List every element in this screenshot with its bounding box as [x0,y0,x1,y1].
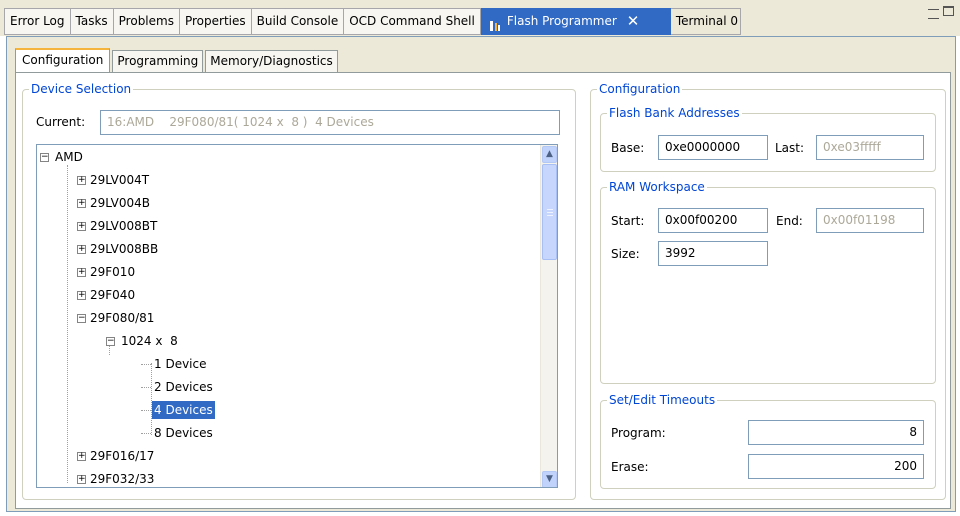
expand-icon[interactable]: + [77,222,86,231]
tab-configuration[interactable]: Configuration [15,48,111,72]
tab-programming[interactable]: Programming [112,50,204,72]
tree-node-29f040[interactable]: 29F040 [90,286,135,304]
tab-flash-programmer[interactable]: Flash Programmer ✕ [480,8,671,35]
maximize-icon[interactable] [943,6,954,16]
flash-bank-legend: Flash Bank Addresses [609,106,740,120]
tree-node-29f016-17[interactable]: 29F016/17 [90,447,154,465]
tree-node-29lv008bb[interactable]: 29LV008BB [90,240,158,258]
expand-icon[interactable]: + [77,176,86,185]
ram-start-input[interactable]: 0x00f00200 [658,208,768,233]
end-label: End: [776,214,803,228]
tab-ocd-command-shell[interactable]: OCD Command Shell [344,8,481,35]
tree-node-2-devices[interactable]: 2 Devices [154,378,213,396]
expand-icon[interactable]: + [77,199,86,208]
tree-node-29f032-33[interactable]: 29F032/33 [90,470,154,487]
tree-node-1024x8[interactable]: 1024 x 8 [121,332,178,350]
configuration-legend: Configuration [599,82,681,96]
current-device-field: 16:AMD 29F080/81( 1024 x 8 ) 4 Devices [100,110,560,135]
program-timeout-input[interactable]: 8 [748,420,924,445]
tab-properties[interactable]: Properties [179,8,252,35]
tree-node-4-devices-selected[interactable]: 4 Devices [152,401,215,419]
tree-node-29f080-81[interactable]: 29F080/81 [90,309,154,327]
erase-label: Erase: [611,460,649,474]
tree-node-29lv004t[interactable]: 29LV004T [90,171,149,189]
tree-node-1-device[interactable]: 1 Device [154,355,207,373]
base-label: Base: [611,141,645,155]
tree-node-8-devices[interactable]: 8 Devices [154,424,213,442]
last-address-field: 0xe03fffff [816,135,924,160]
base-address-input[interactable]: 0xe0000000 [658,135,768,160]
tab-problems[interactable]: Problems [113,8,180,35]
tab-tasks[interactable]: Tasks [70,8,114,35]
program-label: Program: [611,426,666,440]
tree-node-29lv008bt[interactable]: 29LV008BT [90,217,157,235]
ram-size-input[interactable]: 3992 [658,241,768,266]
device-tree[interactable]: − AMD + 29LV004T + 29LV004B + 29LV008BT … [36,144,558,488]
tab-build-console[interactable]: Build Console [251,8,345,35]
collapse-icon[interactable]: − [40,153,49,162]
expand-icon[interactable]: + [77,475,86,484]
collapse-icon[interactable]: − [77,314,86,323]
view-tab-bar: Error Log Tasks Problems Properties Buil… [0,0,960,36]
tree-node-29lv004b[interactable]: 29LV004B [90,194,150,212]
expand-icon[interactable]: + [77,452,86,461]
tree-scrollbar[interactable]: ▲ ▼ [540,145,557,487]
window-controls [928,6,954,19]
timeouts-legend: Set/Edit Timeouts [609,393,716,407]
expand-icon[interactable]: + [77,291,86,300]
start-label: Start: [611,214,645,228]
tree-node-amd[interactable]: AMD [55,148,83,166]
flash-programmer-icon [489,16,501,31]
last-label: Last: [775,141,805,155]
scroll-down-icon[interactable]: ▼ [542,471,557,487]
tab-memory-diagnostics[interactable]: Memory/Diagnostics [205,50,338,72]
ram-end-field: 0x00f01198 [816,208,924,233]
close-icon[interactable]: ✕ [627,9,640,34]
tab-terminal-0[interactable]: Terminal 0 [670,8,741,35]
scroll-up-icon[interactable]: ▲ [542,146,557,163]
device-selection-legend: Device Selection [31,82,132,96]
size-label: Size: [611,247,640,261]
collapse-icon[interactable]: − [106,337,115,346]
scrollbar-thumb[interactable] [542,164,557,260]
tab-error-log[interactable]: Error Log [4,8,71,35]
expand-icon[interactable]: + [77,245,86,254]
expand-icon[interactable]: + [77,268,86,277]
view-tabs: Error Log Tasks Problems Properties Buil… [4,8,741,35]
minimize-icon[interactable] [928,9,939,19]
sub-tabs: Configuration Programming Memory/Diagnos… [15,48,340,72]
erase-timeout-input[interactable]: 200 [748,454,924,479]
current-label: Current: [36,115,86,129]
ram-workspace-legend: RAM Workspace [609,180,705,194]
tab-flash-programmer-label: Flash Programmer [506,14,617,28]
tree-node-29f010[interactable]: 29F010 [90,263,135,281]
